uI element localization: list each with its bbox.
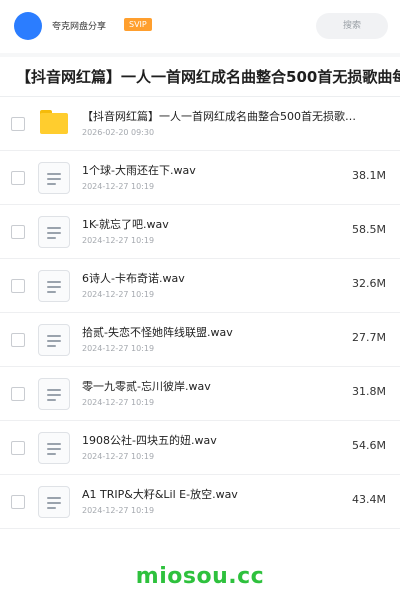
item-size: 58.5M [352,223,386,236]
item-date: 2024-12-27 10:19 [82,182,155,191]
item-date: 2024-12-27 10:19 [82,290,155,299]
row-checkbox[interactable] [11,333,25,347]
audio-file-icon [38,324,70,356]
list-item[interactable]: 1个球-大雨还在下.wav 2024-12-27 10:19 38.1M [0,151,400,205]
header-divider [0,53,400,57]
item-date: 2026-02-20 09:30 [82,128,155,137]
list-item[interactable]: 1908公社-四块五的妞.wav 2024-12-27 10:19 54.6M [0,421,400,475]
item-date: 2024-12-27 10:19 [82,344,155,353]
audio-file-icon [38,432,70,464]
list-item[interactable]: 6诗人-卡布奇诺.wav 2024-12-27 10:19 32.6M [0,259,400,313]
item-name: 【抖音网红篇】一人一首网红成名曲整合500首无损歌… [82,110,356,123]
item-date: 2024-12-27 10:19 [82,398,155,407]
item-size: 54.6M [352,439,386,452]
item-name: 1908公社-四块五的妞.wav [82,434,217,447]
audio-file-icon [38,270,70,302]
folder-icon [38,108,70,140]
row-checkbox[interactable] [11,279,25,293]
row-checkbox[interactable] [11,171,25,185]
item-date: 2024-12-27 10:19 [82,236,155,245]
item-size: 43.4M [352,493,386,506]
item-size: 32.6M [352,277,386,290]
avatar[interactable] [14,12,42,40]
share-owner-name: 夸克网盘分享 [52,22,107,32]
page-title: 【抖音网红篇】一人一首网红成名曲整合500首无损歌曲每首都 [16,68,400,86]
list-item[interactable]: A1 TRIP&大籽&Lil E-放空.wav 2024-12-27 10:19… [0,475,400,529]
item-date: 2024-12-27 10:19 [82,506,155,515]
item-date: 2024-12-27 10:19 [82,452,155,461]
item-size: 38.1M [352,169,386,182]
search-button[interactable]: 搜索 [316,13,388,39]
share-header: 夸克网盘分享 SVIP 搜索 [0,0,400,52]
row-checkbox[interactable] [11,117,25,131]
item-size: 27.7M [352,331,386,344]
list-item[interactable]: 零一九零贰-忘川彼岸.wav 2024-12-27 10:19 31.8M [0,367,400,421]
list-item[interactable]: 拾贰-失恋不怪她阵线联盟.wav 2024-12-27 10:19 27.7M [0,313,400,367]
item-name: 1个球-大雨还在下.wav [82,164,196,177]
row-checkbox[interactable] [11,495,25,509]
item-name: 1K-就忘了吧.wav [82,218,169,231]
list-item-folder[interactable]: 【抖音网红篇】一人一首网红成名曲整合500首无损歌… 2026-02-20 09… [0,97,400,151]
file-list: 【抖音网红篇】一人一首网红成名曲整合500首无损歌… 2026-02-20 09… [0,97,400,529]
item-name: 零一九零贰-忘川彼岸.wav [82,380,211,393]
row-checkbox[interactable] [11,387,25,401]
audio-file-icon [38,486,70,518]
item-name: 6诗人-卡布奇诺.wav [82,272,185,285]
watermark: miosou.cc [135,564,265,589]
item-name: 拾贰-失恋不怪她阵线联盟.wav [82,326,233,339]
row-checkbox[interactable] [11,441,25,455]
svip-badge: SVIP [124,18,152,31]
list-item[interactable]: 1K-就忘了吧.wav 2024-12-27 10:19 58.5M [0,205,400,259]
row-checkbox[interactable] [11,225,25,239]
audio-file-icon [38,216,70,248]
item-name: A1 TRIP&大籽&Lil E-放空.wav [82,488,238,501]
audio-file-icon [38,162,70,194]
audio-file-icon [38,378,70,410]
item-size: 31.8M [352,385,386,398]
